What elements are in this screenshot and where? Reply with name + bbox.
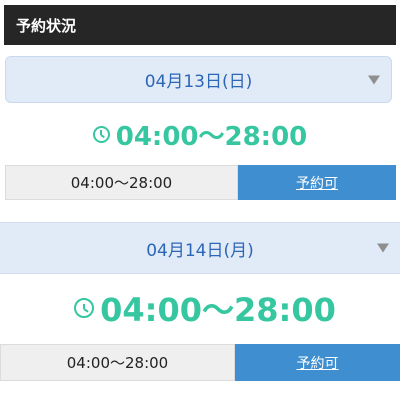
slot-time: 04:00～28:00 [0,344,235,381]
business-hours-day-2: 04:00～28:00 [60,286,350,330]
slot-time: 04:00～28:00 [5,165,238,200]
section-header: 予約状況 [4,5,396,45]
date-label: 04月13日(日) [144,72,253,92]
slot-row-day-1: 04:00～28:00 予約可 [5,165,396,200]
date-selector-day-2[interactable]: 04月14日(月) [0,222,400,274]
clock-icon [74,298,95,318]
reserve-link[interactable]: 予約可 [235,344,400,381]
date-selector-day-1[interactable]: 04月13日(日) [5,56,392,103]
section-title: 予約状況 [16,16,77,35]
dropdown-arrow-icon [377,243,389,253]
dropdown-arrow-icon [368,75,380,84]
slot-row-day-2: 04:00～28:00 予約可 [0,344,400,381]
date-label: 04月14日(月) [146,240,254,261]
reserve-link[interactable]: 予約可 [238,165,396,200]
business-hours-text: 04:00～28:00 [115,121,308,152]
clock-icon [92,125,110,143]
business-hours-text: 04:00～28:00 [100,291,336,329]
business-hours-day-1: 04:00～28:00 [80,114,320,154]
